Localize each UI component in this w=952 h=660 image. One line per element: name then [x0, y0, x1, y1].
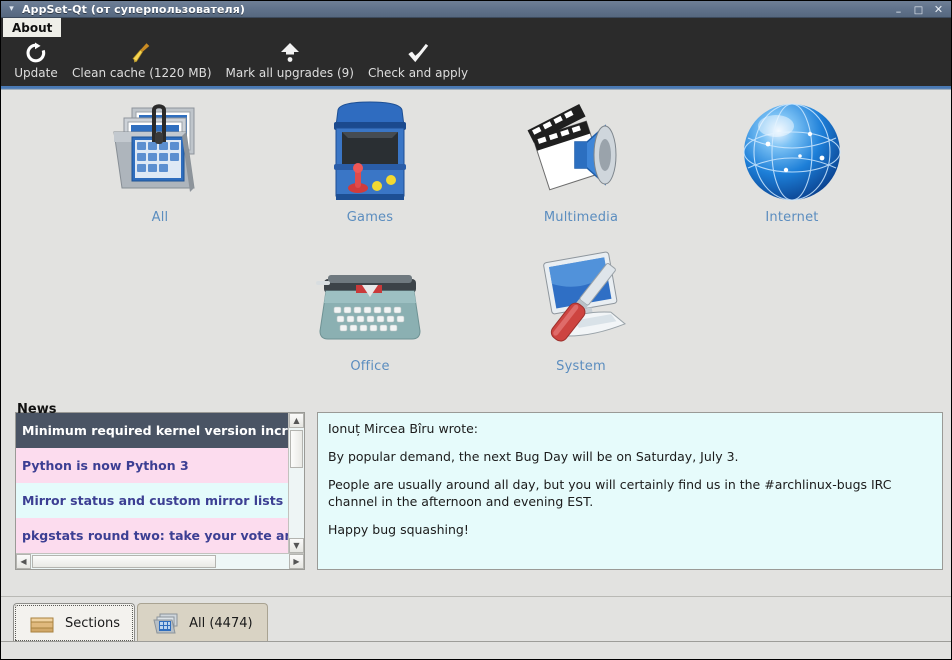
- chevron-up-icon[interactable]: ▲: [289, 413, 304, 428]
- section-label-system: System: [556, 359, 606, 374]
- section-item-games[interactable]: Games: [295, 96, 445, 225]
- section-label-all: All: [151, 210, 169, 225]
- toolbar: Update Clean cache (1220 MB) Mark all up…: [1, 37, 951, 86]
- sections-grid: All Games Multimedia Internet Office Sys…: [1, 90, 951, 400]
- news-section: News Minimum required kernel version inc…: [1, 400, 951, 596]
- broom-icon: [127, 40, 157, 66]
- maximize-icon[interactable]: [913, 4, 924, 15]
- title-bar: ▾ AppSet-Qt (от суперпользователя): [1, 1, 951, 18]
- clean-cache-button[interactable]: Clean cache (1220 MB): [65, 37, 219, 80]
- section-item-system[interactable]: System: [506, 245, 656, 374]
- news-list[interactable]: Minimum required kernel version increa P…: [16, 413, 288, 553]
- arcade-cabinet-icon: [305, 96, 435, 208]
- list-item[interactable]: Mirror status and custom mirror lists: [16, 483, 288, 518]
- box-icon: [28, 611, 56, 637]
- update-button[interactable]: Update: [7, 37, 65, 80]
- tab-sections[interactable]: Sections: [13, 603, 136, 643]
- tab-sections-label: Sections: [65, 616, 121, 631]
- check-and-apply-button[interactable]: Check and apply: [361, 37, 475, 80]
- film-speaker-icon: [516, 96, 646, 208]
- mark-all-upgrades-button[interactable]: Mark all upgrades (9): [219, 37, 361, 80]
- tab-all[interactable]: All (4474): [137, 603, 268, 643]
- globe-icon: [727, 96, 857, 208]
- section-item-office[interactable]: Office: [295, 245, 445, 374]
- refresh-icon: [21, 40, 51, 66]
- monitor-screwdriver-icon: [516, 245, 646, 357]
- minimize-icon[interactable]: [893, 4, 904, 15]
- typewriter-icon: [305, 245, 435, 357]
- section-item-internet[interactable]: Internet: [717, 96, 867, 225]
- news-row: Minimum required kernel version increa P…: [15, 412, 943, 570]
- clean-cache-label: Clean cache (1220 MB): [72, 66, 212, 80]
- check-and-apply-label: Check and apply: [367, 66, 469, 80]
- section-label-multimedia: Multimedia: [543, 210, 619, 225]
- all-packages-icon: [95, 96, 225, 208]
- news-detail-paragraph: Happy bug squashing!: [328, 521, 469, 537]
- window-title: AppSet-Qt (от суперпользователя): [22, 2, 246, 16]
- news-detail-paragraph: People are usually around all day, but y…: [328, 476, 892, 509]
- list-item[interactable]: pkgstats round two: take your vote and: [16, 518, 288, 553]
- chevron-right-icon[interactable]: ▶: [289, 554, 304, 569]
- window-controls: [893, 4, 948, 15]
- menu-bar: About: [1, 18, 951, 37]
- section-label-games: Games: [346, 210, 394, 225]
- checkmark-icon: [403, 40, 433, 66]
- menu-item-about[interactable]: About: [3, 18, 62, 37]
- news-title: News: [17, 402, 57, 417]
- list-item[interactable]: Minimum required kernel version increa: [16, 413, 288, 448]
- vertical-scroll-thumb[interactable]: [290, 430, 303, 468]
- news-list-vertical-scrollbar[interactable]: ▲ ▼: [288, 413, 304, 553]
- bottom-tab-bar: Sections All (4474): [1, 596, 951, 659]
- app-window: ▾ AppSet-Qt (от суперпользователя) About…: [0, 0, 952, 660]
- tab-bar-baseline: [1, 641, 951, 659]
- tab-all-label: All (4474): [189, 616, 253, 631]
- section-label-office: Office: [350, 359, 390, 374]
- horizontal-scroll-thumb[interactable]: [32, 555, 216, 568]
- section-item-multimedia[interactable]: Multimedia: [506, 96, 656, 225]
- main-content: All Games Multimedia Internet Office Sys…: [1, 90, 951, 596]
- vertical-scroll-track[interactable]: [289, 428, 304, 538]
- upgrade-arrow-icon: [275, 40, 305, 66]
- news-detail-panel[interactable]: Ionuț Mircea Bîru wrote: By popular dema…: [317, 412, 943, 570]
- news-detail-paragraph: Ionuț Mircea Bîru wrote:: [328, 421, 478, 436]
- section-item-all[interactable]: All: [85, 96, 235, 225]
- update-label: Update: [14, 66, 58, 80]
- chevron-left-icon[interactable]: ◀: [16, 554, 31, 569]
- list-item[interactable]: Python is now Python 3: [16, 448, 288, 483]
- mark-all-upgrades-label: Mark all upgrades (9): [225, 66, 354, 80]
- close-icon[interactable]: [933, 4, 944, 15]
- section-label-internet: Internet: [765, 210, 819, 225]
- news-list-horizontal-scrollbar[interactable]: ◀ ▶: [16, 553, 304, 569]
- horizontal-scroll-track[interactable]: [31, 554, 289, 569]
- chevron-down-icon[interactable]: ▼: [289, 538, 304, 553]
- news-detail-paragraph: By popular demand, the next Bug Day will…: [328, 448, 739, 464]
- packages-icon: [152, 611, 180, 637]
- news-list-panel: Minimum required kernel version increa P…: [15, 412, 305, 570]
- window-menu-icon[interactable]: ▾: [5, 3, 18, 16]
